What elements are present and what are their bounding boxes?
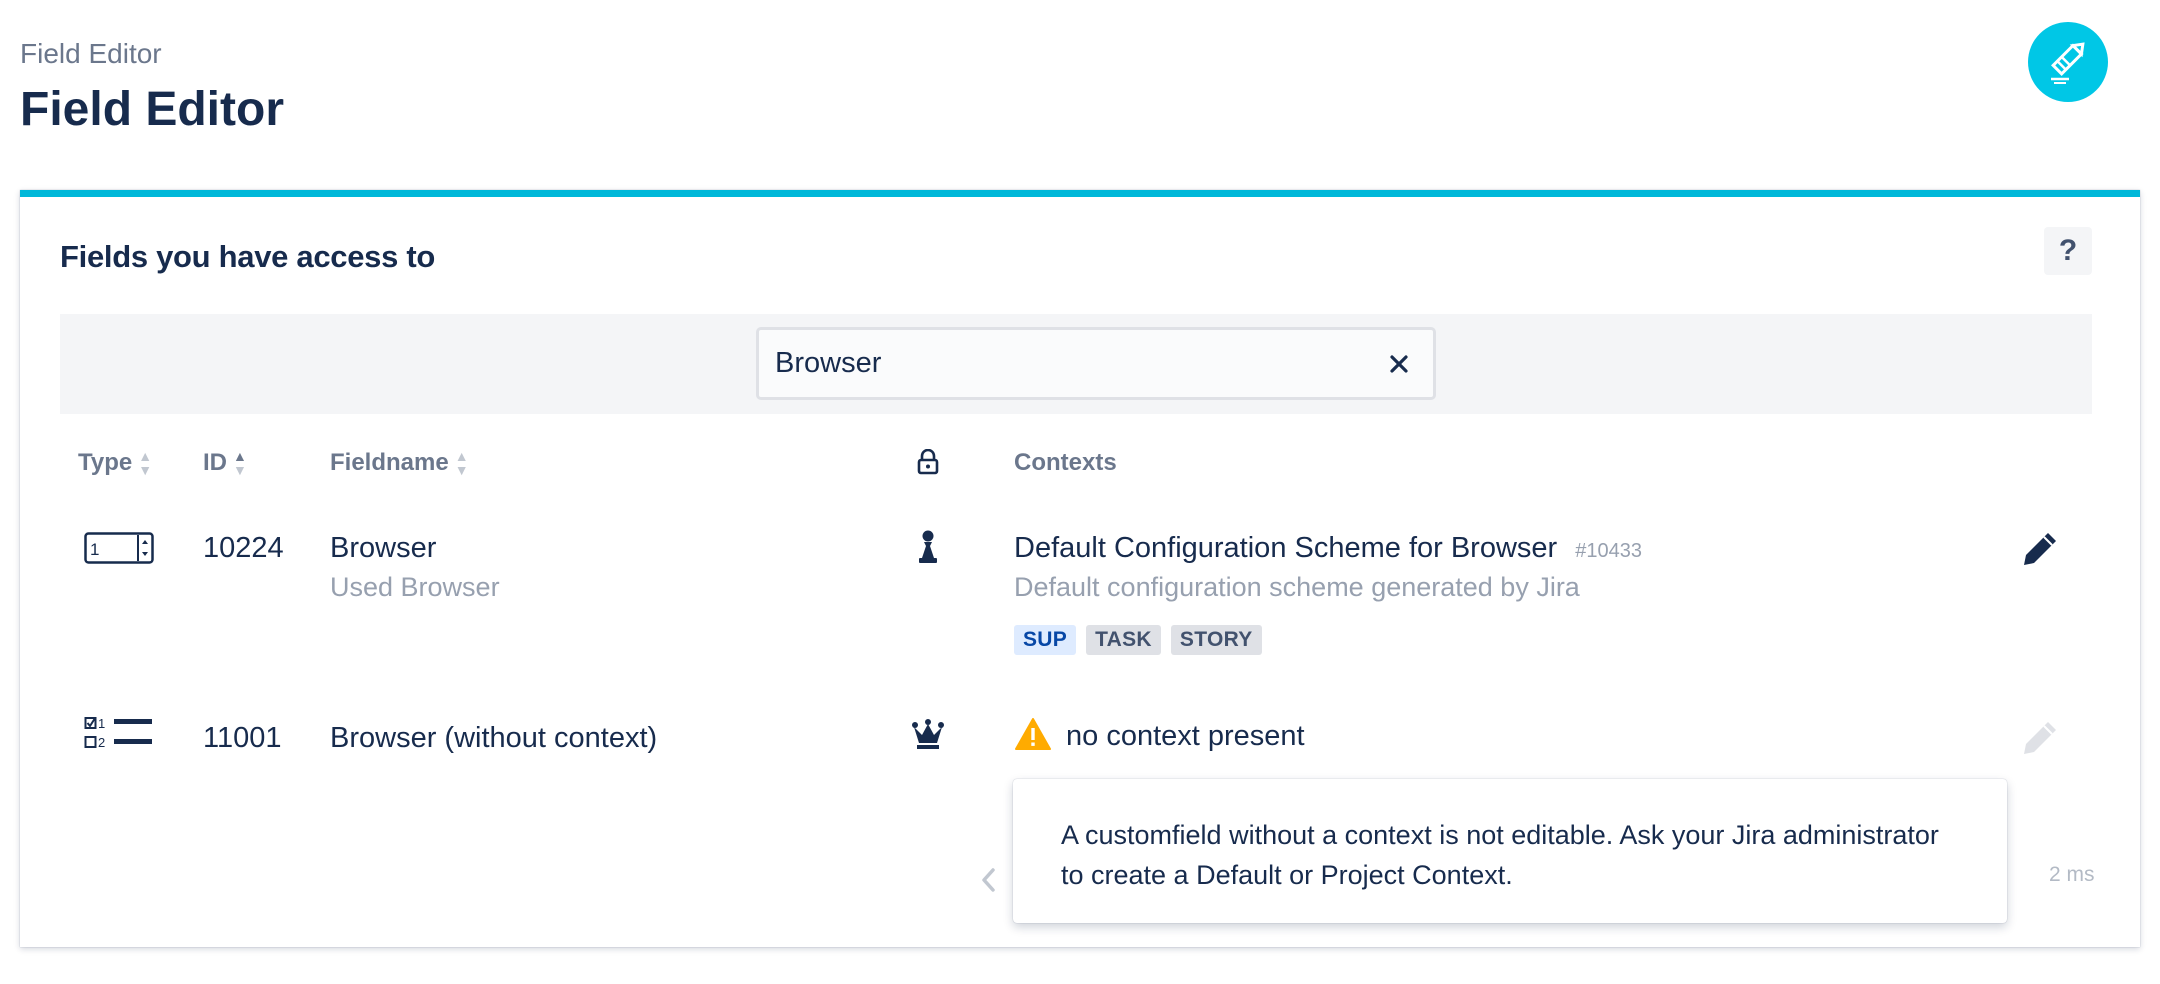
column-label: Contexts (1014, 449, 1117, 476)
field-description: Used Browser (330, 572, 500, 602)
edit-field-button[interactable] (2021, 530, 2059, 573)
fields-panel: Fields you have access to ? Type ▲▼ ID ▲… (20, 190, 2140, 947)
field-name: Browser (330, 532, 437, 564)
edit-field-button-disabled (2021, 719, 2059, 762)
checklist-field-icon: 1 2 (84, 715, 154, 756)
number-field-icon: 1 (84, 532, 154, 569)
column-label: Fieldname (330, 449, 449, 476)
context-name[interactable]: Default Configuration Scheme for Browser (1014, 532, 1557, 564)
column-header-contexts: Contexts (1014, 449, 1117, 477)
search-box (756, 327, 1436, 400)
search-bar (60, 314, 2092, 414)
crown-icon (911, 717, 945, 756)
svg-text:1: 1 (90, 540, 99, 559)
warning-text: no context present (1066, 720, 1305, 752)
chevron-left-icon[interactable] (980, 867, 996, 898)
context-description: Default configuration scheme generated b… (1014, 572, 1580, 602)
pawn-icon (917, 530, 939, 569)
pencil-icon (2021, 722, 2059, 761)
column-header-id[interactable]: ID ▲ ▼ (203, 449, 247, 477)
sort-ascending-icon: ▲ ▼ (233, 448, 247, 478)
issue-type-tags: SUP TASK STORY (1014, 625, 1262, 655)
context-id: #10433 (1575, 540, 1642, 562)
help-button[interactable]: ? (2044, 227, 2092, 275)
field-id: 11001 (203, 722, 282, 754)
context-warning: no context present (1014, 717, 1305, 756)
svg-text:2: 2 (98, 735, 105, 750)
field-name: Browser (without context) (330, 722, 658, 754)
close-icon[interactable] (1379, 344, 1419, 384)
field-id: 10224 (203, 532, 284, 564)
pencil-icon (2021, 533, 2059, 572)
tooltip: A customfield without a context is not e… (1013, 779, 2007, 923)
page-header: Field Editor Field Editor (0, 0, 2160, 190)
sort-icon: ▲ ▼ (138, 448, 153, 478)
page-title: Field Editor (20, 83, 284, 136)
warning-icon (1014, 717, 1052, 756)
sort-icon: ▲ ▼ (454, 448, 469, 478)
svg-text:1: 1 (98, 716, 105, 731)
column-header-fieldname[interactable]: Fieldname ▲ ▼ (330, 449, 469, 477)
search-input[interactable] (773, 346, 1379, 381)
context-header: Default Configuration Scheme for Browser… (1014, 532, 1642, 565)
lock-icon (917, 448, 939, 482)
column-header-type[interactable]: Type ▲ ▼ (78, 449, 152, 477)
panel-title: Fields you have access to (60, 239, 436, 274)
issue-type-tag: STORY (1170, 625, 1262, 655)
column-label: ID (203, 449, 227, 476)
column-header-lock (917, 448, 939, 482)
column-label: Type (78, 449, 133, 476)
timing-label: 2 ms (2049, 863, 2095, 886)
issue-type-tag: SUP (1014, 625, 1077, 655)
breadcrumb[interactable]: Field Editor (20, 38, 162, 70)
app-logo-pencil-icon (2028, 22, 2108, 102)
issue-type-tag: TASK (1086, 625, 1161, 655)
